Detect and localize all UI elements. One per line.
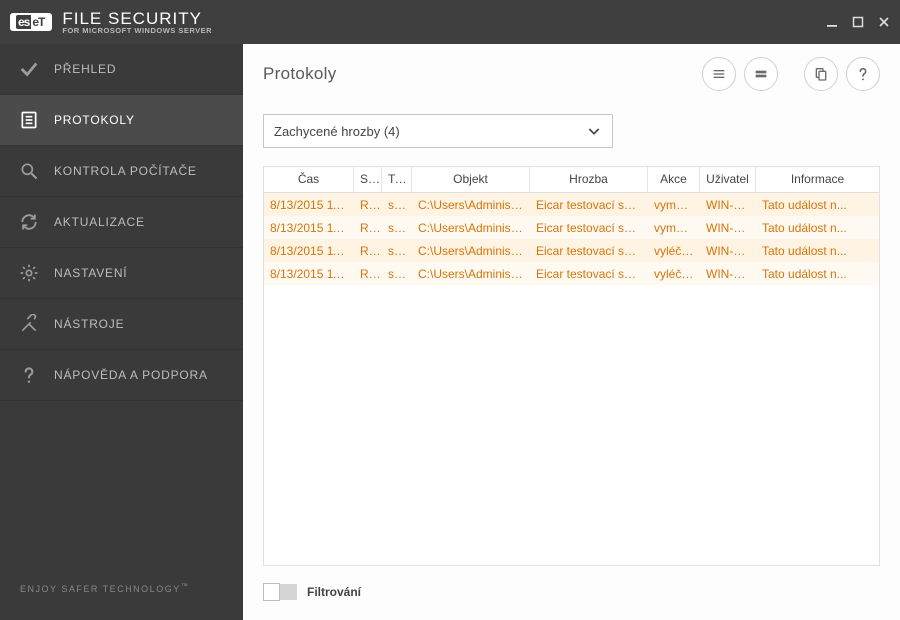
table-row[interactable]: 8/13/2015 11:1...Rez...so...C:\Users\Adm…	[264, 193, 879, 216]
cell: C:\Users\Administra...	[412, 264, 530, 284]
cell: WIN-VSE...	[700, 218, 756, 238]
check-icon	[18, 58, 40, 80]
sidebar-item-settings[interactable]: NASTAVENÍ	[0, 248, 243, 299]
cell: vyléčen s...	[648, 264, 700, 284]
cell: Rez...	[354, 241, 382, 261]
minimize-button[interactable]	[826, 16, 838, 28]
col-action[interactable]: Akce	[648, 167, 700, 192]
view-list-button[interactable]	[702, 57, 736, 91]
help-button[interactable]	[846, 57, 880, 91]
eset-logo: eseT	[10, 13, 52, 31]
app-subtitle: FOR MICROSOFT WINDOWS SERVER	[62, 27, 212, 35]
sidebar-item-label: PŘEHLED	[54, 62, 116, 76]
sidebar-item-label: NÁSTROJE	[54, 317, 124, 331]
cell: WIN-VSE...	[700, 264, 756, 284]
cell: vymazán...	[648, 218, 700, 238]
cell: 8/13/2015 11:1...	[264, 195, 354, 215]
cell: C:\Users\Administra...	[412, 241, 530, 261]
app-title: FILE SECURITY	[62, 10, 212, 27]
sidebar-item-logs[interactable]: PROTOKOLY	[0, 95, 243, 146]
cell: Rez...	[354, 218, 382, 238]
sidebar-item-label: AKTUALIZACE	[54, 215, 145, 229]
sidebar-item-overview[interactable]: PŘEHLED	[0, 44, 243, 95]
cell: WIN-VSE...	[700, 195, 756, 215]
sidebar: PŘEHLED PROTOKOLY KONTROLA POČÍTAČE	[0, 44, 243, 620]
filter-toggle[interactable]	[263, 584, 297, 600]
cell: C:\Users\Administra...	[412, 218, 530, 238]
search-icon	[18, 160, 40, 182]
page-title: Protokoly	[263, 64, 702, 84]
view-compact-button[interactable]	[744, 57, 778, 91]
cell: Rez...	[354, 195, 382, 215]
cell: so...	[382, 241, 412, 261]
filter-label: Filtrování	[307, 585, 361, 599]
dropdown-value: Zachycené hrozby (4)	[274, 124, 400, 139]
col-scanner[interactable]: Sk...	[354, 167, 382, 192]
title-bar: eseT FILE SECURITY FOR MICROSOFT WINDOWS…	[0, 0, 900, 44]
refresh-icon	[18, 211, 40, 233]
cell: Rez...	[354, 264, 382, 284]
cell: C:\Users\Administra...	[412, 195, 530, 215]
log-type-dropdown[interactable]: Zachycené hrozby (4)	[263, 114, 613, 148]
table-row[interactable]: 8/13/2015 11:1...Rez...so...C:\Users\Adm…	[264, 262, 879, 285]
chevron-down-icon	[586, 123, 602, 139]
col-object[interactable]: Objekt	[412, 167, 530, 192]
cell: Eicar testovací soubor	[530, 218, 648, 238]
cell: so...	[382, 195, 412, 215]
cell: Tato událost n...	[756, 264, 879, 284]
table-row[interactable]: 8/13/2015 11:1...Rez...so...C:\Users\Adm…	[264, 239, 879, 262]
cell: Tato událost n...	[756, 218, 879, 238]
cell: vymazán...	[648, 195, 700, 215]
sidebar-footer: ENJOY SAFER TECHNOLOGY™	[0, 557, 243, 620]
cell: Eicar testovací soubor	[530, 241, 648, 261]
cell: 8/13/2015 11:1...	[264, 218, 354, 238]
cell: so...	[382, 264, 412, 284]
table-body: 8/13/2015 11:1...Rez...so...C:\Users\Adm…	[264, 193, 879, 565]
cell: 8/13/2015 11:1...	[264, 264, 354, 284]
maximize-button[interactable]	[852, 16, 864, 28]
cell: Tato událost n...	[756, 195, 879, 215]
sidebar-item-label: KONTROLA POČÍTAČE	[54, 164, 197, 178]
sidebar-item-label: NÁPOVĚDA A PODPORA	[54, 368, 208, 382]
table-header: Čas Sk... Ty... Objekt Hrozba Akce Uživa…	[264, 167, 879, 193]
log-table: Čas Sk... Ty... Objekt Hrozba Akce Uživa…	[263, 166, 880, 566]
list-icon	[18, 109, 40, 131]
cell: Eicar testovací soubor	[530, 264, 648, 284]
sidebar-item-help[interactable]: NÁPOVĚDA A PODPORA	[0, 350, 243, 401]
col-time[interactable]: Čas	[264, 167, 354, 192]
tools-icon	[18, 313, 40, 335]
cell: WIN-VSE...	[700, 241, 756, 261]
cell: Eicar testovací soubor	[530, 195, 648, 215]
cell: vyléčen s...	[648, 241, 700, 261]
close-button[interactable]	[878, 16, 890, 28]
col-info[interactable]: Informace	[756, 167, 879, 192]
sidebar-item-scan[interactable]: KONTROLA POČÍTAČE	[0, 146, 243, 197]
question-icon	[18, 364, 40, 386]
sidebar-item-label: PROTOKOLY	[54, 113, 135, 127]
col-user[interactable]: Uživatel	[700, 167, 756, 192]
cell: 8/13/2015 11:1...	[264, 241, 354, 261]
gear-icon	[18, 262, 40, 284]
cell: Tato událost n...	[756, 241, 879, 261]
col-type[interactable]: Ty...	[382, 167, 412, 192]
cell: so...	[382, 218, 412, 238]
copy-button[interactable]	[804, 57, 838, 91]
sidebar-item-update[interactable]: AKTUALIZACE	[0, 197, 243, 248]
sidebar-item-tools[interactable]: NÁSTROJE	[0, 299, 243, 350]
col-threat[interactable]: Hrozba	[530, 167, 648, 192]
sidebar-item-label: NASTAVENÍ	[54, 266, 127, 280]
table-row[interactable]: 8/13/2015 11:1...Rez...so...C:\Users\Adm…	[264, 216, 879, 239]
